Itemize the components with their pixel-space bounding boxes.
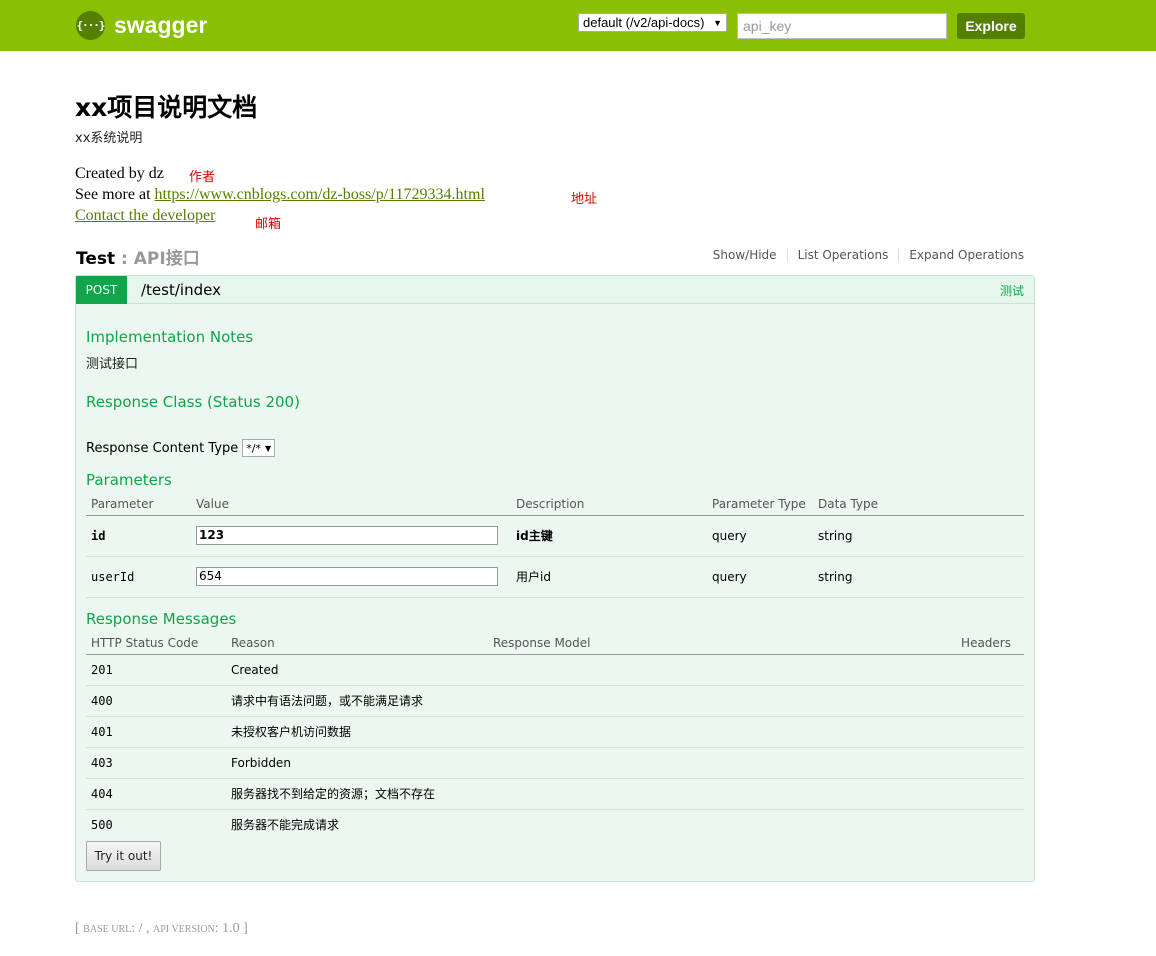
param-name: userId	[86, 556, 191, 598]
operation-path[interactable]: /test/index	[141, 281, 221, 299]
param-type: query	[707, 515, 813, 557]
param-col-parameter: Parameter	[86, 494, 191, 516]
try-it-out-button[interactable]: Try it out!	[86, 841, 161, 871]
swagger-logo[interactable]: {···} swagger	[76, 11, 207, 40]
explore-button[interactable]: Explore	[957, 13, 1025, 39]
page-description: xx系统说明	[75, 131, 143, 146]
resource-name: Test	[76, 249, 116, 269]
content-type-value: */*	[246, 441, 261, 455]
base-url-label: base url	[83, 924, 132, 935]
response-class-heading: Response Class (Status 200)	[86, 393, 300, 411]
param-col-value: Value	[191, 494, 511, 516]
param-type: query	[707, 556, 813, 598]
table-row: 403 Forbidden	[86, 747, 1024, 779]
rm-col-reason: Reason	[226, 633, 488, 655]
param-name: id	[86, 515, 191, 557]
status-code: 404	[86, 778, 226, 810]
param-data-type: string	[813, 515, 1024, 557]
api-version-value: : 1.0 ]	[214, 921, 248, 936]
param-col-type: Parameter Type	[707, 494, 813, 516]
swagger-logo-text: swagger	[114, 12, 208, 38]
status-code: 500	[91, 817, 113, 832]
api-key-input[interactable]: api_key	[737, 13, 947, 39]
status-code: 201	[86, 654, 226, 686]
status-code: 403	[86, 747, 226, 779]
spec-select[interactable]: default (/v2/api-docs) ▼	[578, 13, 727, 32]
annotation-email: 邮箱	[255, 217, 282, 232]
list-operations-link[interactable]: List Operations	[788, 248, 900, 262]
footer-info: [ base url: / , api version: 1.0 ]	[75, 921, 248, 937]
see-more-link[interactable]: https://www.cnblogs.com/dz-boss/p/117293…	[155, 186, 485, 203]
implementation-notes-heading: Implementation Notes	[86, 328, 254, 346]
parameters-table: Parameter Value Description Parameter Ty…	[86, 494, 1024, 598]
see-more: See more at https://www.cnblogs.com/dz-b…	[75, 186, 485, 204]
resource-separator: :	[115, 249, 134, 269]
resource-title[interactable]: Test : API接口	[76, 244, 200, 269]
param-value-input[interactable]: 654	[196, 567, 498, 586]
top-bar: {···} swagger default (/v2/api-docs) ▼ a…	[0, 0, 1156, 51]
response-content-type: Response Content Type */* ▼	[86, 439, 276, 457]
see-more-prefix: See more at	[75, 186, 155, 203]
operation-panel: POST /test/index 测试 Implementation Notes…	[75, 275, 1035, 882]
api-version-label: api version	[153, 924, 215, 935]
chevron-down-icon: ▼	[713, 17, 722, 28]
reason: 服务器不能完成请求	[231, 818, 340, 833]
http-method-badge: POST	[76, 276, 127, 304]
expand-operations-link[interactable]: Expand Operations	[899, 248, 1024, 262]
reason: 未授权客户机访问数据	[226, 716, 488, 748]
table-row: id 123 id主键 query string	[86, 515, 1024, 557]
resource-operations: Show/Hide List Operations Expand Operati…	[703, 248, 1024, 262]
content-type-label: Response Content Type	[86, 440, 239, 456]
table-row: userId 654 用户id query string	[86, 556, 1024, 598]
param-data-type: string	[813, 556, 1024, 598]
spec-select-value: default (/v2/api-docs)	[583, 15, 705, 30]
page-title: xx项目说明文档	[75, 93, 258, 122]
swagger-logo-icon: {···}	[76, 11, 106, 40]
param-description: 用户id	[511, 556, 707, 598]
contact-developer-link[interactable]: Contact the developer	[75, 207, 215, 225]
operation-heading[interactable]: POST /test/index 测试	[76, 276, 1034, 304]
operation-summary[interactable]: 测试	[1000, 282, 1024, 299]
base-url-value: : / ,	[131, 921, 154, 936]
table-row: 401 未授权客户机访问数据	[86, 716, 1024, 748]
param-value-input[interactable]: 123	[196, 526, 498, 545]
content-type-select[interactable]: */* ▼	[242, 439, 276, 457]
reason: 服务器找不到给定的资源；文档不存在	[226, 778, 488, 810]
table-row: 201 Created	[86, 654, 1024, 686]
table-row: 500 服务器不能完成请求	[86, 809, 1024, 840]
implementation-notes-text: 测试接口	[86, 357, 139, 372]
annotation-author: 作者	[189, 170, 216, 185]
status-code: 400	[86, 685, 226, 717]
show-hide-link[interactable]: Show/Hide	[703, 248, 788, 262]
table-row: 404 服务器找不到给定的资源；文档不存在	[86, 778, 1024, 810]
reason: Created	[226, 654, 488, 686]
response-messages-table: HTTP Status Code Reason Response Model H…	[86, 633, 1024, 840]
status-code: 401	[86, 716, 226, 748]
param-description: id主键	[511, 515, 707, 557]
rm-col-code: HTTP Status Code	[86, 633, 226, 655]
param-col-description: Description	[511, 494, 707, 516]
param-col-data-type: Data Type	[813, 494, 1024, 516]
created-by: Created by dz	[75, 165, 164, 182]
table-row: 400 请求中有语法问题，或不能满足请求	[86, 685, 1024, 717]
reason: 请求中有语法问题，或不能满足请求	[226, 685, 488, 717]
footer-open: [	[75, 921, 84, 936]
rm-col-model: Response Model	[488, 633, 817, 655]
annotation-address: 地址	[571, 192, 598, 207]
chevron-down-icon: ▼	[264, 443, 272, 453]
response-messages-heading: Response Messages	[86, 610, 237, 628]
reason: Forbidden	[226, 747, 488, 779]
resource-description: API接口	[133, 249, 200, 269]
parameters-heading: Parameters	[86, 471, 172, 489]
rm-col-headers: Headers	[816, 633, 1024, 655]
